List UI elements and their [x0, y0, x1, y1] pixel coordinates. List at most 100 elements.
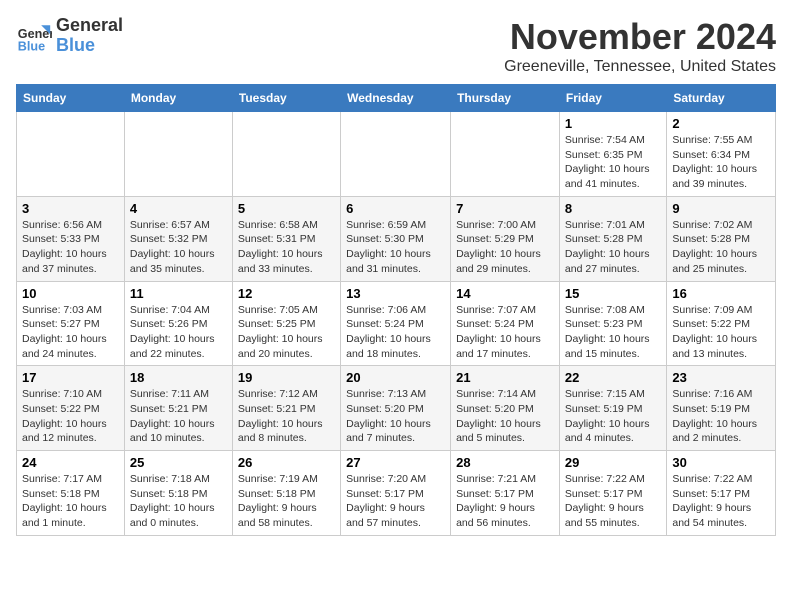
- calendar-cell: 1 Sunrise: 7:54 AM Sunset: 6:35 PM Daylig…: [559, 112, 666, 197]
- calendar-cell: 22 Sunrise: 7:15 AM Sunset: 5:19 PM Dayli…: [559, 366, 666, 451]
- day-number: 12: [238, 286, 335, 301]
- calendar-cell: 9Sunrise: 7:02 AM Sunset: 5:28 PM Daylig…: [667, 196, 776, 281]
- weekday-header-saturday: Saturday: [667, 85, 776, 112]
- day-number: 18: [130, 370, 227, 385]
- weekday-header-thursday: Thursday: [451, 85, 560, 112]
- calendar-cell: 14 Sunrise: 7:07 AM Sunset: 5:24 PM Dayli…: [451, 281, 560, 366]
- day-info: Sunrise: 7:21 AM Sunset: 5:17 PM Dayligh…: [456, 472, 554, 531]
- day-info: Sunrise: 6:58 AM Sunset: 5:31 PM Dayligh…: [238, 218, 335, 277]
- calendar-cell: 15 Sunrise: 7:08 AM Sunset: 5:23 PM Dayli…: [559, 281, 666, 366]
- month-title: November 2024: [504, 16, 776, 58]
- day-number: 16: [672, 286, 770, 301]
- day-info: Sunrise: 7:55 AM Sunset: 6:34 PM Dayligh…: [672, 133, 770, 192]
- day-number: 24: [22, 455, 119, 470]
- day-info: Sunrise: 6:56 AM Sunset: 5:33 PM Dayligh…: [22, 218, 119, 277]
- day-number: 11: [130, 286, 227, 301]
- day-info: Sunrise: 7:15 AM Sunset: 5:19 PM Dayligh…: [565, 387, 661, 446]
- location: Greeneville, Tennessee, United States: [504, 58, 776, 76]
- day-number: 2: [672, 116, 770, 131]
- calendar-cell: 7Sunrise: 7:00 AM Sunset: 5:29 PM Daylig…: [451, 196, 560, 281]
- day-info: Sunrise: 7:01 AM Sunset: 5:28 PM Dayligh…: [565, 218, 661, 277]
- calendar-cell: 6 Sunrise: 6:59 AM Sunset: 5:30 PM Daylig…: [341, 196, 451, 281]
- day-info: Sunrise: 7:12 AM Sunset: 5:21 PM Dayligh…: [238, 387, 335, 446]
- calendar-cell: [17, 112, 125, 197]
- calendar-cell: [451, 112, 560, 197]
- calendar-week-4: 17 Sunrise: 7:10 AM Sunset: 5:22 PM Dayli…: [17, 366, 776, 451]
- calendar-cell: 28 Sunrise: 7:21 AM Sunset: 5:17 PM Dayli…: [451, 451, 560, 536]
- calendar-cell: 30Sunrise: 7:22 AM Sunset: 5:17 PM Dayli…: [667, 451, 776, 536]
- day-info: Sunrise: 7:08 AM Sunset: 5:23 PM Dayligh…: [565, 303, 661, 362]
- day-info: Sunrise: 7:07 AM Sunset: 5:24 PM Dayligh…: [456, 303, 554, 362]
- day-number: 25: [130, 455, 227, 470]
- calendar-week-1: 1 Sunrise: 7:54 AM Sunset: 6:35 PM Daylig…: [17, 112, 776, 197]
- calendar-cell: [341, 112, 451, 197]
- day-info: Sunrise: 7:13 AM Sunset: 5:20 PM Dayligh…: [346, 387, 445, 446]
- weekday-header-row: SundayMondayTuesdayWednesdayThursdayFrid…: [17, 85, 776, 112]
- svg-text:Blue: Blue: [18, 39, 45, 53]
- day-number: 10: [22, 286, 119, 301]
- calendar-cell: 23 Sunrise: 7:16 AM Sunset: 5:19 PM Dayli…: [667, 366, 776, 451]
- page-header: General Blue General Blue November 2024 …: [16, 16, 776, 76]
- day-number: 1: [565, 116, 661, 131]
- day-info: Sunrise: 7:11 AM Sunset: 5:21 PM Dayligh…: [130, 387, 227, 446]
- logo-icon: General Blue: [16, 18, 52, 54]
- calendar-cell: 26 Sunrise: 7:19 AM Sunset: 5:18 PM Dayli…: [232, 451, 340, 536]
- day-number: 23: [672, 370, 770, 385]
- day-info: Sunrise: 7:03 AM Sunset: 5:27 PM Dayligh…: [22, 303, 119, 362]
- day-info: Sunrise: 7:09 AM Sunset: 5:22 PM Dayligh…: [672, 303, 770, 362]
- calendar-cell: 13Sunrise: 7:06 AM Sunset: 5:24 PM Dayli…: [341, 281, 451, 366]
- day-number: 8: [565, 201, 661, 216]
- calendar-cell: 12 Sunrise: 7:05 AM Sunset: 5:25 PM Dayli…: [232, 281, 340, 366]
- calendar-cell: 3Sunrise: 6:56 AM Sunset: 5:33 PM Daylig…: [17, 196, 125, 281]
- day-number: 26: [238, 455, 335, 470]
- day-info: Sunrise: 7:19 AM Sunset: 5:18 PM Dayligh…: [238, 472, 335, 531]
- day-number: 19: [238, 370, 335, 385]
- day-info: Sunrise: 7:54 AM Sunset: 6:35 PM Dayligh…: [565, 133, 661, 192]
- calendar-cell: 19 Sunrise: 7:12 AM Sunset: 5:21 PM Dayli…: [232, 366, 340, 451]
- day-info: Sunrise: 7:22 AM Sunset: 5:17 PM Dayligh…: [672, 472, 770, 531]
- day-info: Sunrise: 7:16 AM Sunset: 5:19 PM Dayligh…: [672, 387, 770, 446]
- calendar-week-3: 10 Sunrise: 7:03 AM Sunset: 5:27 PM Dayli…: [17, 281, 776, 366]
- weekday-header-tuesday: Tuesday: [232, 85, 340, 112]
- weekday-header-monday: Monday: [124, 85, 232, 112]
- day-number: 28: [456, 455, 554, 470]
- day-info: Sunrise: 7:10 AM Sunset: 5:22 PM Dayligh…: [22, 387, 119, 446]
- day-number: 29: [565, 455, 661, 470]
- calendar-week-5: 24 Sunrise: 7:17 AM Sunset: 5:18 PM Dayli…: [17, 451, 776, 536]
- day-info: Sunrise: 7:14 AM Sunset: 5:20 PM Dayligh…: [456, 387, 554, 446]
- day-info: Sunrise: 7:22 AM Sunset: 5:17 PM Dayligh…: [565, 472, 661, 531]
- calendar-week-2: 3Sunrise: 6:56 AM Sunset: 5:33 PM Daylig…: [17, 196, 776, 281]
- day-info: Sunrise: 7:18 AM Sunset: 5:18 PM Dayligh…: [130, 472, 227, 531]
- day-info: Sunrise: 7:20 AM Sunset: 5:17 PM Dayligh…: [346, 472, 445, 531]
- day-info: Sunrise: 6:57 AM Sunset: 5:32 PM Dayligh…: [130, 218, 227, 277]
- day-info: Sunrise: 7:17 AM Sunset: 5:18 PM Dayligh…: [22, 472, 119, 531]
- weekday-header-sunday: Sunday: [17, 85, 125, 112]
- day-number: 20: [346, 370, 445, 385]
- logo-text-blue: Blue: [56, 36, 123, 56]
- logo: General Blue General Blue: [16, 16, 123, 56]
- day-info: Sunrise: 6:59 AM Sunset: 5:30 PM Dayligh…: [346, 218, 445, 277]
- calendar-cell: 4 Sunrise: 6:57 AM Sunset: 5:32 PM Daylig…: [124, 196, 232, 281]
- calendar-cell: 17 Sunrise: 7:10 AM Sunset: 5:22 PM Dayli…: [17, 366, 125, 451]
- calendar-cell: [124, 112, 232, 197]
- day-number: 22: [565, 370, 661, 385]
- day-number: 17: [22, 370, 119, 385]
- day-info: Sunrise: 7:05 AM Sunset: 5:25 PM Dayligh…: [238, 303, 335, 362]
- day-number: 21: [456, 370, 554, 385]
- calendar-cell: [232, 112, 340, 197]
- calendar-cell: 18 Sunrise: 7:11 AM Sunset: 5:21 PM Dayli…: [124, 366, 232, 451]
- day-number: 7: [456, 201, 554, 216]
- calendar-cell: 2 Sunrise: 7:55 AM Sunset: 6:34 PM Daylig…: [667, 112, 776, 197]
- day-number: 15: [565, 286, 661, 301]
- day-number: 14: [456, 286, 554, 301]
- calendar-cell: 20 Sunrise: 7:13 AM Sunset: 5:20 PM Dayli…: [341, 366, 451, 451]
- calendar-cell: 25 Sunrise: 7:18 AM Sunset: 5:18 PM Dayli…: [124, 451, 232, 536]
- day-info: Sunrise: 7:04 AM Sunset: 5:26 PM Dayligh…: [130, 303, 227, 362]
- day-number: 6: [346, 201, 445, 216]
- calendar-cell: 29 Sunrise: 7:22 AM Sunset: 5:17 PM Dayli…: [559, 451, 666, 536]
- day-info: Sunrise: 7:02 AM Sunset: 5:28 PM Dayligh…: [672, 218, 770, 277]
- calendar-cell: 10 Sunrise: 7:03 AM Sunset: 5:27 PM Dayli…: [17, 281, 125, 366]
- calendar-cell: 11 Sunrise: 7:04 AM Sunset: 5:26 PM Dayli…: [124, 281, 232, 366]
- day-number: 4: [130, 201, 227, 216]
- day-number: 5: [238, 201, 335, 216]
